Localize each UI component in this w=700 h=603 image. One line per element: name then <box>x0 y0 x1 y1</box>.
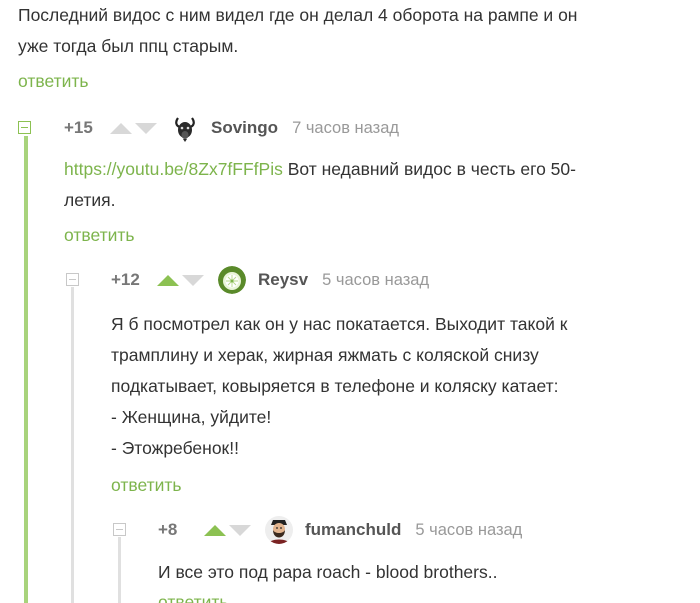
reply-link[interactable]: ответить <box>158 592 229 603</box>
goat-avatar-icon[interactable] <box>171 114 199 142</box>
comment-header: +12 Reysv 5 часов назад <box>111 266 429 294</box>
rating-score: +15 <box>64 118 93 137</box>
collapse-button[interactable] <box>66 273 79 286</box>
comment-timestamp[interactable]: 5 часов назад <box>322 271 429 290</box>
comment-timestamp[interactable]: 7 часов назад <box>292 119 399 138</box>
parent-reply-link[interactable]: ответить <box>18 71 89 92</box>
parent-comment-line: Последний видос с ним видел где он делал… <box>18 5 578 25</box>
comment-username[interactable]: Sovingo <box>211 118 278 138</box>
thread-branch-line[interactable] <box>71 287 74 603</box>
comment-username[interactable]: fumanchuld <box>305 520 401 540</box>
thread-branch-line[interactable] <box>118 537 121 603</box>
comment-line: - Этожребенок!! <box>111 438 239 458</box>
comment-timestamp[interactable]: 5 часов назад <box>415 521 522 540</box>
comment-username[interactable]: Reysv <box>258 270 308 290</box>
upvote-icon[interactable] <box>204 524 226 536</box>
downvote-icon[interactable] <box>229 524 251 536</box>
thread-branch-line[interactable] <box>24 136 28 603</box>
youtube-link[interactable]: https://youtu.be/8Zx7fFFfPis <box>64 159 283 179</box>
downvote-icon[interactable] <box>135 122 157 134</box>
downvote-icon[interactable] <box>182 274 204 286</box>
comment-line: И все это под papa roach - blood brother… <box>158 562 498 582</box>
reply-link[interactable]: ответить <box>111 475 182 496</box>
parent-comment-text: Последний видос с ним видел где он делал… <box>18 0 577 62</box>
comment-line: подкатывает, ковыряется в телефоне и кол… <box>111 376 559 396</box>
comment-thread: Последний видос с ним видел где он делал… <box>0 0 700 603</box>
rating-score: +12 <box>111 270 140 289</box>
upvote-icon[interactable] <box>110 122 132 134</box>
comment-text: Вот недавний видос в честь его 50- <box>282 159 576 179</box>
comment-line: - Женщина, уйдите! <box>111 407 272 427</box>
collapse-button[interactable] <box>18 121 31 134</box>
comment-line: трамплину и херак, жирная яжмать с коляс… <box>111 345 539 365</box>
collapse-button[interactable] <box>113 523 126 536</box>
bearded-man-avatar-icon[interactable] <box>265 516 293 544</box>
comment-line: https://youtu.be/8Zx7fFFfPis Вот недавни… <box>64 154 684 185</box>
parent-comment-line: уже тогда был ппц старым. <box>18 36 239 56</box>
comment-body: Я б посмотрел как он у нас покатается. В… <box>111 309 686 464</box>
reply-link[interactable]: ответить <box>64 225 135 246</box>
comment-line: летия. <box>64 190 116 210</box>
comment-body: https://youtu.be/8Zx7fFFfPis Вот недавни… <box>64 154 684 216</box>
upvote-icon[interactable] <box>157 274 179 286</box>
comment-header: +8 fumanchuld 5 часов назад <box>158 516 522 544</box>
comment-body: И все это под papa roach - blood brother… <box>158 557 688 588</box>
rating-score: +8 <box>158 520 178 539</box>
apple-avatar-icon[interactable] <box>218 266 246 294</box>
comment-header: +15 Sovingo 7 часов назад <box>64 114 399 142</box>
comment-line: Я б посмотрел как он у нас покатается. В… <box>111 314 568 334</box>
